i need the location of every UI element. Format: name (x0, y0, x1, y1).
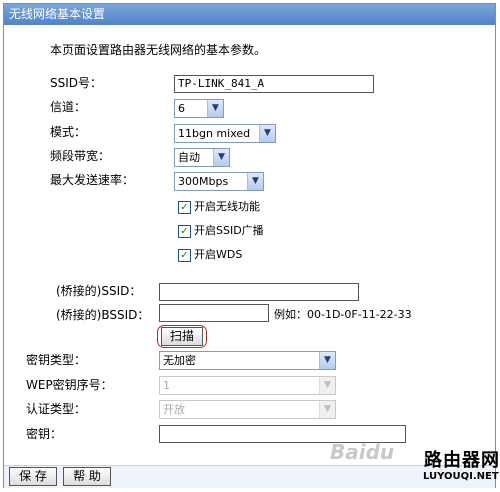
max-rate-value: 300Mbps (178, 175, 229, 188)
key-label: 密钥： (26, 427, 63, 441)
checkmark-icon: ✓ (178, 248, 191, 262)
chevron-down-icon: ▼ (213, 149, 229, 166)
bandwidth-select[interactable]: 自动 ▼ (174, 148, 230, 167)
mode-label: 模式： (50, 125, 87, 139)
bridge-ssid-input[interactable] (159, 283, 359, 301)
scan-button[interactable]: 扫描 (161, 327, 203, 346)
channel-value: 6 (178, 102, 185, 115)
key-type-value: 无加密 (163, 354, 196, 367)
mode-value: 11bgn mixed (178, 127, 251, 140)
chevron-down-icon: ▼ (319, 401, 335, 418)
auth-type-select[interactable]: 开放 ▼ (159, 400, 336, 419)
chevron-down-icon: ▼ (319, 352, 335, 369)
key-type-select[interactable]: 无加密 ▼ (159, 351, 336, 370)
max-rate-select[interactable]: 300Mbps ▼ (174, 172, 264, 191)
save-button[interactable]: 保 存 (9, 467, 57, 486)
checkbox-label: 开启无线功能 (194, 200, 260, 213)
checkbox-ssid-broadcast[interactable]: ✓ 开启SSID广播 (178, 224, 264, 238)
bridge-bssid-input[interactable] (159, 304, 269, 322)
checkmark-icon: ✓ (178, 200, 191, 214)
chevron-down-icon: ▼ (319, 377, 335, 394)
bridge-ssid-label: (桥接的)SSID： (56, 284, 142, 298)
wep-index-select[interactable]: 1 ▼ (159, 376, 336, 395)
intro-text: 本页面设置路由器无线网络的基本参数。 (50, 43, 267, 57)
site-watermark-url: LUYOUQI.NET (423, 471, 499, 482)
wep-index-value: 1 (163, 379, 170, 392)
bandwidth-label: 频段带宽： (50, 149, 111, 163)
auth-type-label: 认证类型： (26, 402, 87, 416)
key-type-label: 密钥类型： (26, 353, 87, 367)
checkmark-icon: ✓ (178, 224, 191, 238)
wep-index-label: WEP密钥序号： (26, 378, 113, 392)
bridge-bssid-label: (桥接的)BSSID： (56, 308, 150, 322)
mode-select[interactable]: 11bgn mixed ▼ (174, 124, 276, 143)
help-button[interactable]: 帮 助 (63, 467, 111, 486)
settings-panel: 无线网络基本设置 本页面设置路由器无线网络的基本参数。 SSID号： TP-LI… (3, 3, 496, 488)
bssid-example: 例如：00-1D-0F-11-22-33 (274, 308, 412, 321)
checkbox-label: 开启WDS (194, 248, 243, 261)
auth-type-value: 开放 (163, 403, 185, 416)
ssid-input[interactable]: TP-LINK_841_A (174, 75, 374, 93)
channel-label: 信道： (50, 100, 87, 114)
bandwidth-value: 自动 (178, 151, 200, 164)
baidu-watermark: Baidu (330, 440, 395, 464)
checkbox-label: 开启SSID广播 (194, 224, 264, 237)
checkbox-wds[interactable]: ✓ 开启WDS (178, 248, 242, 262)
chevron-down-icon: ▼ (259, 125, 275, 142)
ssid-label: SSID号： (50, 76, 103, 90)
checkbox-wireless-enable[interactable]: ✓ 开启无线功能 (178, 200, 260, 214)
site-watermark: 路由器网 (424, 450, 500, 471)
max-rate-label: 最大发送速率： (50, 173, 135, 187)
chevron-down-icon: ▼ (207, 100, 223, 117)
window-title: 无线网络基本设置 (4, 4, 495, 25)
channel-select[interactable]: 6 ▼ (174, 99, 224, 118)
chevron-down-icon: ▼ (247, 173, 263, 190)
